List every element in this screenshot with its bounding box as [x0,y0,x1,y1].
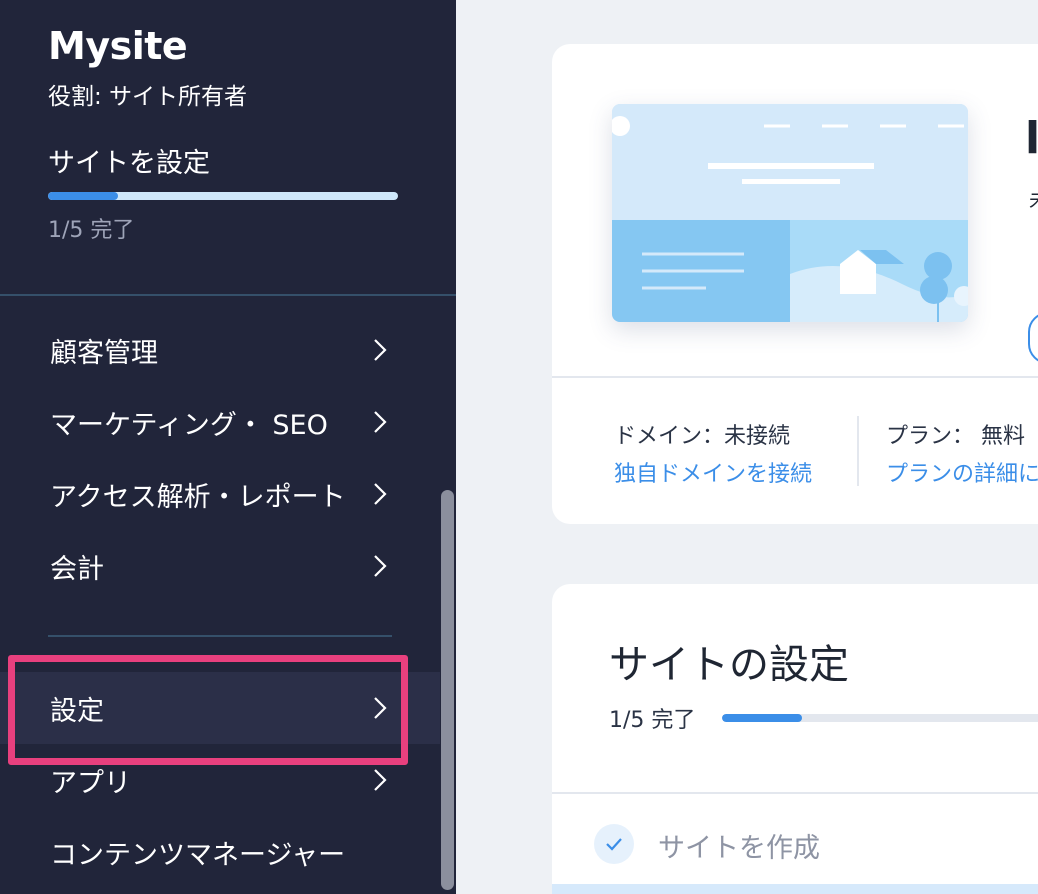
setup-card-progress-bar [722,714,1038,722]
main-content: l 未 ドメイン：未接続 独自ドメインを接続 プラン： 無料 プランの詳細に サ… [456,0,1038,894]
site-setup-card: サイトの設定 1/5 完了 サイトを作成 [552,584,1038,894]
sidebar-item-label: アプリ [50,767,131,799]
sidebar-item-label: 顧客管理 [50,337,158,369]
sidebar-scrollbar[interactable] [441,490,454,890]
checkmark-icon [594,824,634,864]
sidebar-item-label: アクセス解析・レポート [50,481,346,513]
site-overview-card: l 未 ドメイン：未接続 独自ドメインを接続 プラン： 無料 プランの詳細に [552,44,1038,524]
site-title-partial: l [1025,116,1038,162]
sidebar-item-label: 設定 [50,695,104,727]
setup-title[interactable]: サイトを設定 [48,141,210,180]
chevron-right-icon [370,690,390,726]
sidebar-item-marketing-seo[interactable]: マーケティング・ SEO [0,386,440,458]
sidebar-item-accounting[interactable]: 会計 [0,530,440,602]
setup-card-progress-text: 1/5 完了 [609,708,696,733]
chevron-right-icon [370,762,390,798]
app-window: Mysite 役割: サイト所有者 サイトを設定 1/5 完了 顧客管理 マーケ… [0,0,1038,894]
chevron-right-icon [370,404,390,440]
sidebar-item-content-manager[interactable]: コンテンツマネージャー [0,816,440,888]
sidebar-item-settings[interactable]: 設定 [0,672,440,744]
site-name[interactable]: Mysite [48,24,188,68]
site-preview-thumbnail[interactable] [612,104,968,322]
card-divider [552,376,1038,378]
setup-progress-text: 1/5 完了 [48,218,135,243]
sidebar-item-apps[interactable]: アプリ [0,744,440,816]
chevron-right-icon [370,476,390,512]
task-create-site[interactable]: サイトを作成 [658,826,820,865]
domain-status: ドメイン：未接続 [614,424,791,449]
setup-card-title: サイトの設定 [609,642,849,688]
card-vertical-divider [857,416,859,486]
site-preview-image [612,104,968,322]
plan-status: プラン： 無料 [886,424,1025,449]
sidebar-divider [0,294,456,296]
sidebar-item-analytics[interactable]: アクセス解析・レポート [0,458,440,530]
sidebar-item-label: コンテンツマネージャー [50,839,346,871]
chevron-right-icon [370,332,390,368]
setup-card-progress-fill [722,714,802,722]
sidebar-item-crm[interactable]: 顧客管理 [0,314,440,386]
chevron-right-icon [370,548,390,584]
plan-details-link[interactable]: プランの詳細に [886,456,1038,488]
site-subtitle-partial: 未 [1029,184,1038,214]
card-divider [552,792,1038,794]
sidebar: Mysite 役割: サイト所有者 サイトを設定 1/5 完了 顧客管理 マーケ… [0,0,456,894]
sidebar-divider [48,635,392,637]
connect-domain-link[interactable]: 独自ドメインを接続 [614,456,812,488]
site-action-button-partial[interactable] [1028,312,1038,364]
user-role: 役割: サイト所有者 [48,84,248,110]
setup-progress-fill [48,192,118,200]
sidebar-item-label: 会計 [50,553,104,585]
sidebar-item-label: マーケティング・ SEO [50,409,328,441]
next-task-strip[interactable] [552,884,1038,894]
setup-progress-bar [48,192,398,200]
